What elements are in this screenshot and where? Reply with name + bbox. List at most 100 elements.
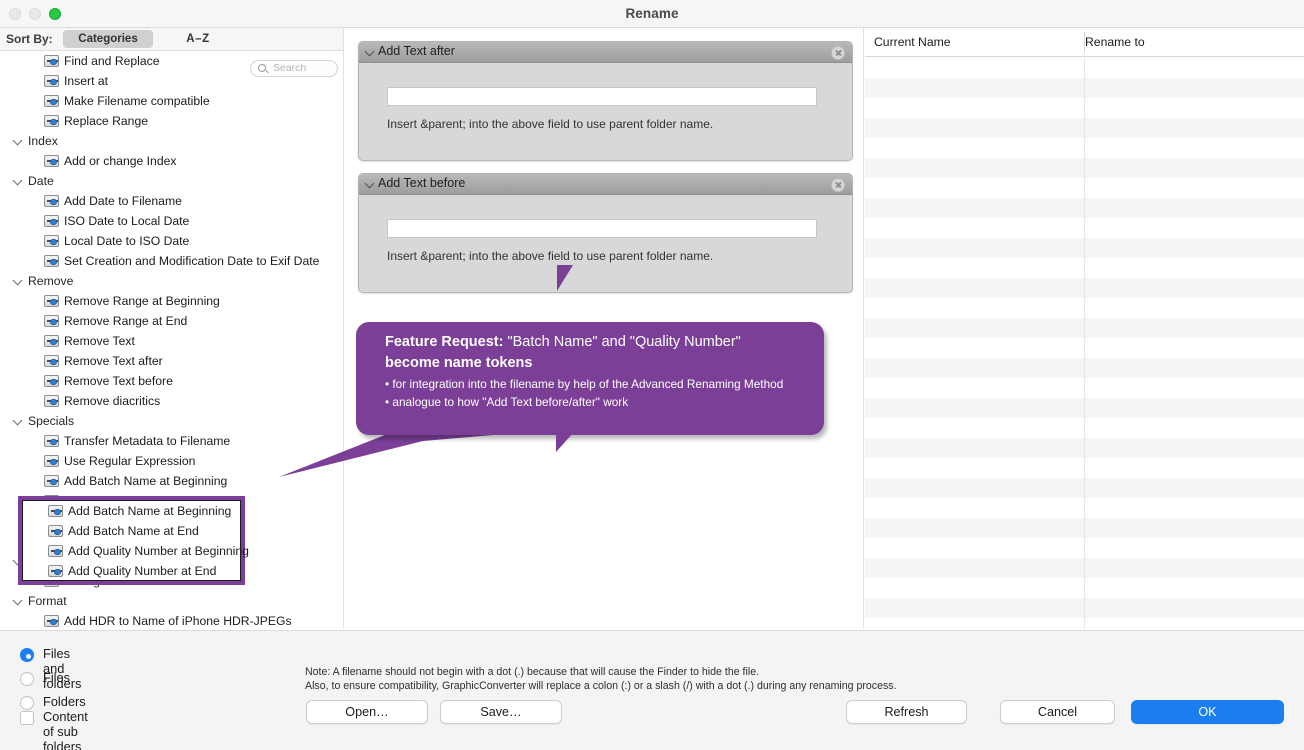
table-row[interactable] bbox=[865, 218, 1304, 238]
sidebar-item[interactable]: Local Date to ISO Date bbox=[0, 231, 343, 251]
sidebar-item[interactable]: Remove Text after bbox=[0, 351, 343, 371]
column-header-rename-to[interactable]: Rename to bbox=[1085, 35, 1145, 49]
rename-method-icon bbox=[44, 95, 59, 107]
sidebar-item[interactable]: ISO Date to Local Date bbox=[0, 211, 343, 231]
table-row[interactable] bbox=[865, 178, 1304, 198]
table-row[interactable] bbox=[865, 378, 1304, 398]
sidebar-item[interactable]: Replace Range bbox=[0, 111, 343, 131]
table-row[interactable] bbox=[865, 438, 1304, 458]
sidebar-item[interactable]: Remove Text bbox=[0, 331, 343, 351]
table-row[interactable] bbox=[865, 338, 1304, 358]
sidebar-group-label: Index bbox=[28, 134, 58, 148]
table-row[interactable] bbox=[865, 458, 1304, 478]
table-row[interactable] bbox=[865, 598, 1304, 618]
table-row[interactable] bbox=[865, 78, 1304, 98]
table-row[interactable] bbox=[865, 318, 1304, 338]
sidebar-item[interactable]: Remove Text before bbox=[0, 371, 343, 391]
radio-button[interactable] bbox=[20, 672, 34, 686]
highlighted-list-item-label: Add Quality Number at End bbox=[68, 564, 217, 578]
sidebar-item[interactable]: Insert at bbox=[0, 71, 343, 91]
table-row[interactable] bbox=[865, 518, 1304, 538]
table-row[interactable] bbox=[865, 418, 1304, 438]
column-header-current-name[interactable]: Current Name bbox=[874, 35, 951, 49]
add-text-after-input[interactable] bbox=[387, 87, 817, 106]
sidebar-item[interactable]: Make Filename compatible bbox=[0, 91, 343, 111]
callout-tail bbox=[556, 432, 574, 452]
rename-method-icon bbox=[44, 295, 59, 307]
table-row[interactable] bbox=[865, 398, 1304, 418]
note-line-2: Also, to ensure compatibility, GraphicCo… bbox=[305, 680, 897, 692]
sidebar-group-header[interactable]: Remove bbox=[0, 271, 343, 291]
close-icon[interactable] bbox=[831, 178, 845, 192]
row-column-divider bbox=[1084, 218, 1085, 238]
sidebar-item-label: Replace Range bbox=[64, 114, 149, 128]
rename-method-icon bbox=[44, 235, 59, 247]
highlighted-list-item[interactable]: Add Quality Number at End bbox=[23, 561, 240, 581]
cancel-button[interactable]: Cancel bbox=[1000, 700, 1115, 724]
table-row[interactable] bbox=[865, 618, 1304, 629]
sidebar-group-header[interactable]: Date bbox=[0, 171, 343, 191]
table-row[interactable] bbox=[865, 158, 1304, 178]
table-row[interactable] bbox=[865, 358, 1304, 378]
table-row[interactable] bbox=[865, 238, 1304, 258]
highlighted-list-item[interactable]: Add Batch Name at End bbox=[23, 521, 240, 541]
highlight-box: Add Batch Name at Beginning Add Batch Nam… bbox=[18, 496, 249, 585]
close-icon[interactable] bbox=[831, 46, 845, 60]
highlighted-list-item[interactable]: Add Quality Number at Beginning bbox=[23, 541, 249, 561]
table-body[interactable] bbox=[865, 58, 1304, 629]
ok-button[interactable]: OK bbox=[1131, 700, 1284, 724]
table-row[interactable] bbox=[865, 98, 1304, 118]
chevron-down-icon[interactable] bbox=[12, 275, 23, 286]
table-row[interactable] bbox=[865, 578, 1304, 598]
table-row[interactable] bbox=[865, 138, 1304, 158]
sidebar-item[interactable]: Add Date to Filename bbox=[0, 191, 343, 211]
sidebar-item[interactable]: Remove Range at End bbox=[0, 311, 343, 331]
sidebar-item[interactable]: Find and Replace bbox=[0, 51, 343, 71]
chevron-down-icon[interactable] bbox=[12, 135, 23, 146]
row-column-divider bbox=[1084, 518, 1085, 538]
save-button[interactable]: Save… bbox=[440, 700, 562, 724]
panel-title: Add Text before bbox=[378, 176, 466, 190]
row-column-divider bbox=[1084, 438, 1085, 458]
sidebar-group-header[interactable]: Format bbox=[0, 591, 343, 611]
chevron-down-icon[interactable] bbox=[364, 178, 375, 189]
rename-method-icon bbox=[44, 435, 59, 447]
table-row[interactable] bbox=[865, 258, 1304, 278]
open-button[interactable]: Open… bbox=[306, 700, 428, 724]
sort-segment-alphabetical[interactable]: A–Z bbox=[172, 30, 224, 48]
table-row[interactable] bbox=[865, 478, 1304, 498]
panel-header[interactable]: Add Text after bbox=[359, 42, 852, 63]
table-row[interactable] bbox=[865, 198, 1304, 218]
chevron-down-icon[interactable] bbox=[12, 175, 23, 186]
sidebar-group-header[interactable]: Index bbox=[0, 131, 343, 151]
table-row[interactable] bbox=[865, 118, 1304, 138]
sidebar-item-label: Remove Text before bbox=[64, 374, 173, 388]
row-column-divider bbox=[1084, 598, 1085, 618]
table-row[interactable] bbox=[865, 498, 1304, 518]
chevron-down-icon[interactable] bbox=[364, 46, 375, 57]
rename-method-icon bbox=[48, 565, 63, 577]
table-row[interactable] bbox=[865, 278, 1304, 298]
chevron-down-icon[interactable] bbox=[12, 415, 23, 426]
radio-button[interactable] bbox=[20, 648, 34, 662]
table-row[interactable] bbox=[865, 558, 1304, 578]
panel-header[interactable]: Add Text before bbox=[359, 174, 852, 195]
refresh-button[interactable]: Refresh bbox=[846, 700, 967, 724]
highlighted-list-item[interactable]: Add Batch Name at Beginning bbox=[23, 501, 240, 521]
highlighted-list-item-label: Add Batch Name at End bbox=[68, 524, 199, 538]
callout-title-line2: become name tokens bbox=[385, 355, 533, 371]
callout-bullet-2: • analogue to how "Add Text before/after… bbox=[385, 395, 629, 409]
callout-bullet-1: • for integration into the filename by h… bbox=[385, 377, 784, 391]
sidebar-item[interactable]: Add or change Index bbox=[0, 151, 343, 171]
table-row[interactable] bbox=[865, 298, 1304, 318]
chevron-down-icon[interactable] bbox=[12, 595, 23, 606]
sidebar-item[interactable]: Remove Range at Beginning bbox=[0, 291, 343, 311]
content-of-sub-folders-checkbox[interactable] bbox=[20, 711, 34, 725]
radio-button[interactable] bbox=[20, 696, 34, 710]
table-row[interactable] bbox=[865, 58, 1304, 78]
sort-segment-categories[interactable]: Categories bbox=[63, 30, 153, 48]
add-text-before-input[interactable] bbox=[387, 219, 817, 238]
table-row[interactable] bbox=[865, 538, 1304, 558]
sidebar-item[interactable]: Set Creation and Modification Date to Ex… bbox=[0, 251, 343, 271]
sidebar-item[interactable]: Add HDR to Name of iPhone HDR-JPEGs bbox=[0, 611, 343, 629]
